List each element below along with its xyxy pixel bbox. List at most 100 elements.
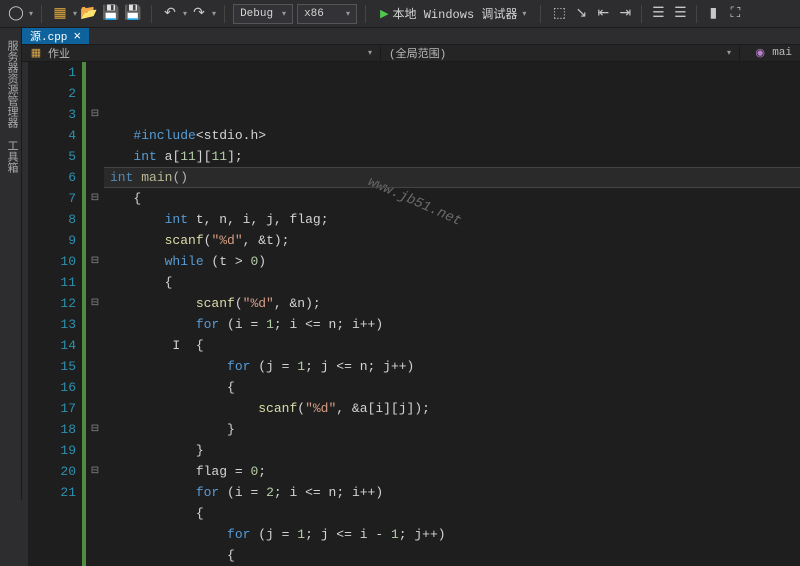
chevron-down-icon[interactable]: ▾ <box>73 9 77 19</box>
tool-icon[interactable]: ⬚ <box>549 4 569 24</box>
line-number: 6 <box>28 167 76 188</box>
line-number: 19 <box>28 440 76 461</box>
fold-toggle-icon[interactable]: ⊟ <box>86 188 104 209</box>
line-number: 12 <box>28 293 76 314</box>
code-line[interactable]: while (t > 0) <box>110 251 800 272</box>
save-icon[interactable]: 💾 <box>101 4 121 24</box>
line-number: 20 <box>28 461 76 482</box>
code-line[interactable]: I { <box>110 335 800 356</box>
fold-toggle-icon[interactable]: ⊟ <box>86 461 104 482</box>
line-number: 4 <box>28 125 76 146</box>
fold-spacer <box>86 335 104 356</box>
save-all-icon[interactable]: 💾 <box>123 4 143 24</box>
code-line[interactable]: int t, n, i, j, flag; <box>110 209 800 230</box>
open-icon[interactable]: 📂 <box>79 4 99 24</box>
line-number: 15 <box>28 356 76 377</box>
code-line[interactable]: flag = 0; <box>110 461 800 482</box>
fold-toggle-icon[interactable]: ⊟ <box>86 419 104 440</box>
scope-label: mai <box>772 47 792 59</box>
tool-icon[interactable]: ⇥ <box>615 4 635 24</box>
function-icon: ◉ <box>754 47 766 59</box>
main-toolbar: ◯ ▾ ▦ ▾ 📂 💾 💾 ↶ ▾ ↷ ▾ Debug ▾ x86 ▾ ▶ 本地… <box>0 0 800 28</box>
code-area[interactable]: www.jb51.net #include<stdio.h> int a[11]… <box>104 62 800 566</box>
fold-toggle-icon[interactable]: ⊟ <box>86 251 104 272</box>
nav-back-icon[interactable]: ◯ <box>6 4 26 24</box>
expand-icon[interactable]: ⛶ <box>725 4 745 24</box>
chevron-down-icon: ▾ <box>368 48 372 58</box>
code-line[interactable]: for (i = 1; i <= n; i++) <box>110 314 800 335</box>
code-line[interactable]: #include<stdio.h> <box>110 125 800 146</box>
scope-global[interactable]: (全局范围) ▾ <box>381 45 740 61</box>
fold-spacer <box>86 125 104 146</box>
file-tab-label: 源.cpp <box>30 28 67 44</box>
line-number: 7 <box>28 188 76 209</box>
code-line[interactable]: int a[11][11]; <box>110 146 800 167</box>
line-number: 10 <box>28 251 76 272</box>
line-number: 1 <box>28 62 76 83</box>
code-line[interactable]: } <box>110 419 800 440</box>
fold-column: ⊟ ⊟ ⊟ ⊟ ⊟ ⊟ <box>86 62 104 566</box>
run-label: 本地 Windows 调试器 <box>393 5 518 22</box>
fold-toggle-icon[interactable]: ⊟ <box>86 104 104 125</box>
code-line[interactable]: } <box>110 440 800 461</box>
code-line[interactable]: { <box>110 545 800 566</box>
scope-function[interactable]: ◉ mai <box>740 47 800 59</box>
undo-icon[interactable]: ↶ <box>160 4 180 24</box>
tool-icon[interactable]: ↘ <box>571 4 591 24</box>
config-label: Debug <box>240 8 273 20</box>
fold-spacer <box>86 440 104 461</box>
fold-spacer <box>86 230 104 251</box>
outdent-icon[interactable]: ☰ <box>670 4 690 24</box>
fold-spacer <box>86 377 104 398</box>
fold-spacer <box>86 83 104 104</box>
code-line[interactable]: { <box>110 503 800 524</box>
code-line[interactable]: scanf("%d", &a[i][j]); <box>110 398 800 419</box>
project-icon: ▦ <box>30 47 42 59</box>
code-line[interactable]: scanf("%d", &n); <box>110 293 800 314</box>
code-line[interactable]: for (j = 1; j <= n; j++) <box>110 356 800 377</box>
close-icon[interactable]: × <box>73 29 81 44</box>
line-number: 14 <box>28 335 76 356</box>
code-editor[interactable]: 123456789101112131415161718192021 ⊟ ⊟ ⊟ … <box>22 62 800 566</box>
line-number: 8 <box>28 209 76 230</box>
fold-toggle-icon[interactable]: ⊟ <box>86 293 104 314</box>
fold-spacer <box>86 398 104 419</box>
code-line[interactable]: { <box>110 272 800 293</box>
fold-spacer <box>86 62 104 83</box>
document-tab-bar: 源.cpp × <box>22 28 800 45</box>
indent-icon[interactable]: ☰ <box>648 4 668 24</box>
side-tab-server-explorer[interactable]: 服务器资源管理器 <box>0 34 21 134</box>
config-select[interactable]: Debug ▾ <box>233 4 293 24</box>
line-number: 3 <box>28 104 76 125</box>
tool-icon[interactable]: ⇤ <box>593 4 613 24</box>
chevron-down-icon[interactable]: ▾ <box>29 9 33 19</box>
side-tab-strip: 服务器资源管理器 工具箱 <box>0 28 22 500</box>
line-number: 11 <box>28 272 76 293</box>
chevron-down-icon[interactable]: ▾ <box>212 9 216 19</box>
line-number: 18 <box>28 419 76 440</box>
chevron-down-icon: ▾ <box>522 9 526 19</box>
code-line[interactable]: { <box>110 188 800 209</box>
side-tab-toolbox[interactable]: 工具箱 <box>0 134 21 179</box>
new-file-icon[interactable]: ▦ <box>50 4 70 24</box>
redo-icon[interactable]: ↷ <box>189 4 209 24</box>
scope-label: 作业 <box>48 45 70 61</box>
line-number: 5 <box>28 146 76 167</box>
chevron-down-icon[interactable]: ▾ <box>183 9 187 19</box>
line-number: 2 <box>28 83 76 104</box>
code-line[interactable]: int main() <box>110 167 800 188</box>
run-debugger-button[interactable]: ▶ 本地 Windows 调试器 ▾ <box>374 4 532 24</box>
chevron-down-icon: ▾ <box>727 48 731 58</box>
line-number: 16 <box>28 377 76 398</box>
code-line[interactable]: { <box>110 377 800 398</box>
fold-spacer <box>86 167 104 188</box>
scope-project[interactable]: ▦ 作业 ▾ <box>22 45 381 61</box>
code-line[interactable]: for (j = 1; j <= i - 1; j++) <box>110 524 800 545</box>
line-number: 17 <box>28 398 76 419</box>
platform-label: x86 <box>304 8 324 20</box>
file-tab[interactable]: 源.cpp × <box>22 28 89 44</box>
scope-label: (全局范围) <box>389 45 446 61</box>
bookmark-icon[interactable]: ▮ <box>703 4 723 24</box>
code-line[interactable]: scanf("%d", &t); <box>110 230 800 251</box>
platform-select[interactable]: x86 ▾ <box>297 4 357 24</box>
